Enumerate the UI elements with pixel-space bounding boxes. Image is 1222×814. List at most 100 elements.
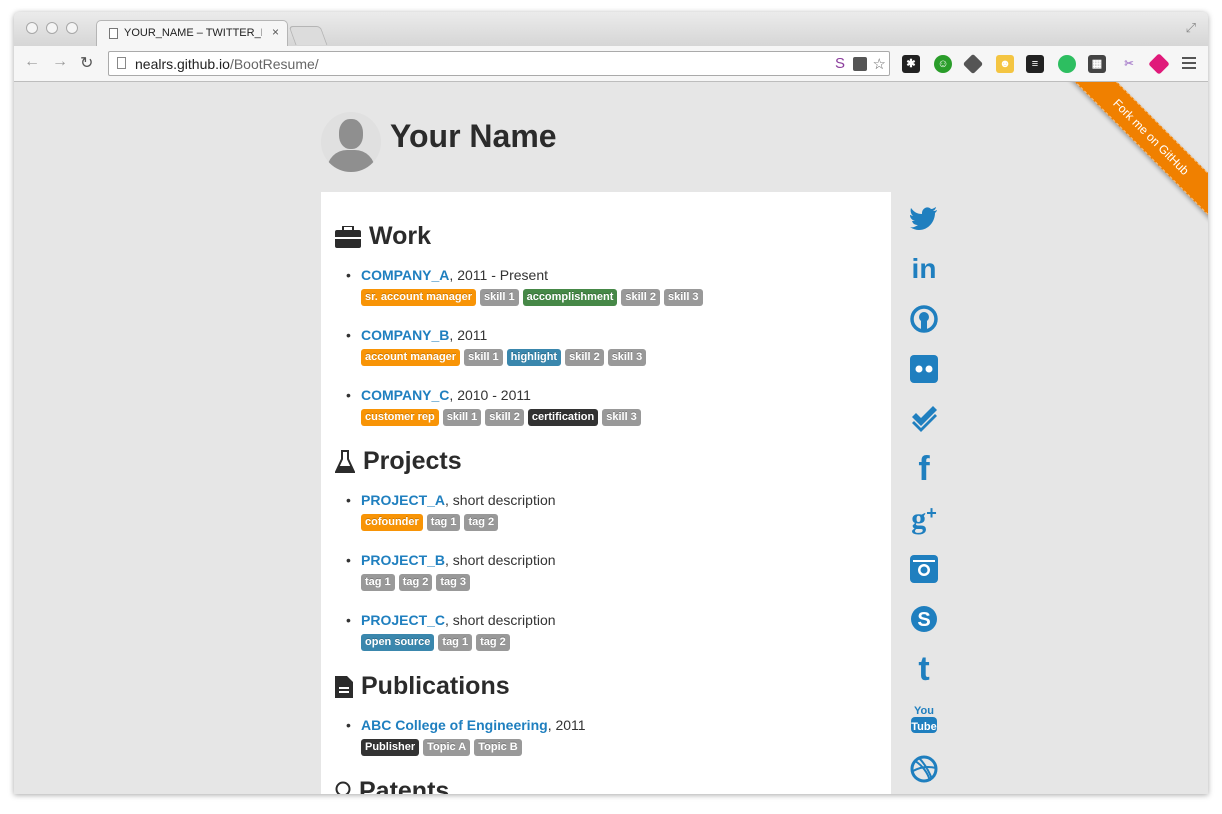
tag-list: customer rep skill 1 skill 2 certification s…: [361, 407, 645, 426]
youtube-icon[interactable]: You Tube: [909, 704, 939, 734]
tag-list: cofounder tag 1 tag 2: [361, 512, 556, 531]
bullet: •: [346, 717, 351, 733]
fullscreen-icon[interactable]: ⤢: [1186, 20, 1196, 36]
page-icon: [109, 28, 118, 39]
tag-label: cofounder: [361, 514, 423, 531]
fork-me-ribbon[interactable]: Fork me on GitHub: [1059, 82, 1208, 229]
tag-extension-icon[interactable]: [1148, 53, 1170, 75]
list-item: • ABC College of Engineering, 2011 Publish…: [346, 717, 586, 756]
facebook-icon[interactable]: f: [909, 450, 939, 488]
tag-list: Publisher Topic A Topic B: [361, 737, 586, 756]
pen-extension-icon[interactable]: [853, 57, 867, 71]
new-tab-button[interactable]: [288, 26, 328, 45]
url-path: /BootResume/: [229, 56, 319, 72]
publications-heading: Publications: [335, 672, 510, 701]
layers-extension-icon[interactable]: ≡: [1026, 55, 1044, 73]
list-item: • PROJECT_B, short description tag 1 tag 2t…: [346, 552, 556, 591]
tumblr-icon[interactable]: t: [909, 650, 939, 688]
tag-list: open source tag 1 tag 2: [361, 632, 556, 651]
google-plus-icon[interactable]: g +: [909, 502, 939, 535]
item-line: PROJECT_C, short description: [361, 612, 556, 628]
tag-label: skill 2: [485, 409, 524, 426]
scissors-extension-icon[interactable]: ✂: [1120, 55, 1138, 73]
item-detail: , 2011: [547, 717, 586, 733]
tag-label: skill 2: [621, 289, 660, 306]
tag-label: Topic B: [474, 739, 522, 756]
forward-button[interactable]: →: [52, 53, 68, 71]
item-link[interactable]: PROJECT_C: [361, 612, 445, 628]
item-link[interactable]: ABC College of Engineering: [361, 717, 548, 733]
tag-label: highlight: [506, 349, 562, 366]
flask-icon: [335, 449, 355, 473]
minimize-window-button[interactable]: [46, 22, 58, 34]
tag-label: tag 2: [398, 574, 433, 591]
skype-icon[interactable]: S: [909, 604, 939, 634]
browser-tab[interactable]: YOUR_NAME – TWITTER_HA ×: [96, 20, 288, 47]
back-button[interactable]: ←: [24, 53, 40, 71]
reload-button[interactable]: ↻: [80, 53, 93, 73]
item-link[interactable]: COMPANY_B: [361, 327, 449, 343]
feedly-extension-icon[interactable]: [962, 53, 984, 75]
tag-label: accomplishment: [522, 289, 618, 306]
tab-close-icon[interactable]: ×: [272, 25, 279, 39]
briefcase-icon: [335, 225, 361, 248]
green-extension-icon[interactable]: ☺: [934, 55, 952, 73]
item-detail: , 2011 - Present: [449, 267, 548, 283]
page-icon: [117, 57, 126, 69]
address-bar[interactable]: nealrs.github.io/BootResume/ S ☆: [108, 51, 890, 76]
tag-list: account manager skill 1 highlight skill 2 sk…: [361, 347, 650, 366]
item-link[interactable]: COMPANY_C: [361, 387, 449, 403]
film-extension-icon[interactable]: ▦: [1088, 55, 1106, 73]
tag-label: open source: [361, 634, 435, 651]
foursquare-icon[interactable]: [909, 404, 939, 434]
item-line: COMPANY_A, 2011 - Present: [361, 267, 707, 283]
svg-text:S: S: [917, 609, 930, 631]
item-line: COMPANY_B, 2011: [361, 327, 650, 343]
url-text: nealrs.github.io/BootResume/: [135, 56, 319, 72]
tag-label: skill 3: [602, 409, 641, 426]
tag-label: customer rep: [361, 409, 439, 426]
tag-label: skill 3: [607, 349, 647, 366]
item-line: ABC College of Engineering, 2011: [361, 717, 586, 733]
bullet: •: [346, 492, 351, 508]
asterisk-extension-icon[interactable]: ✱: [902, 55, 920, 73]
bullet: •: [346, 267, 351, 283]
item-detail: , 2011: [449, 327, 488, 343]
zoom-window-button[interactable]: [66, 22, 78, 34]
browser-window: YOUR_NAME – TWITTER_HA × ⤢ ← → ↻ nealrs.…: [14, 12, 1208, 794]
tag-label: tag 2: [476, 634, 510, 651]
avatar: [321, 112, 381, 172]
item-link[interactable]: COMPANY_A: [361, 267, 449, 283]
publications-heading-label: Publications: [361, 672, 510, 700]
tag-label: skill 1: [464, 349, 503, 366]
instagram-icon[interactable]: [909, 554, 939, 584]
item-link[interactable]: PROJECT_A: [361, 492, 445, 508]
projects-heading-label: Projects: [363, 447, 462, 475]
twitter-icon[interactable]: [909, 204, 939, 234]
item-detail: , 2010 - 2011: [449, 387, 531, 403]
tag-label: tag 1: [361, 574, 395, 591]
tag-label: tag 1: [438, 634, 473, 651]
linkedin-icon[interactable]: in: [909, 253, 939, 284]
dribbble-icon[interactable]: [909, 754, 939, 784]
tag-list: sr. account manager skill 1 accomplishment…: [361, 287, 707, 306]
s-extension-icon[interactable]: S: [835, 55, 845, 72]
evernote-extension-icon[interactable]: [1058, 55, 1076, 73]
svg-text:You: You: [914, 705, 934, 717]
github-icon[interactable]: [909, 304, 939, 334]
flickr-icon[interactable]: [909, 354, 939, 384]
bookmark-star-icon[interactable]: ☆: [873, 55, 886, 73]
work-heading-label: Work: [369, 222, 432, 250]
tag-label: skill 2: [565, 349, 604, 366]
tag-label: tag 2: [464, 514, 499, 531]
patents-heading: Patents: [335, 777, 449, 794]
item-line: COMPANY_C, 2010 - 2011: [361, 387, 645, 403]
menu-icon[interactable]: [1182, 54, 1196, 72]
close-window-button[interactable]: [26, 22, 38, 34]
item-detail: , short description: [445, 552, 556, 568]
tag-list: tag 1 tag 2 tag 3: [361, 572, 556, 591]
item-line: PROJECT_B, short description: [361, 552, 556, 568]
face-extension-icon[interactable]: ☻: [996, 55, 1014, 73]
url-host: nealrs.github.io: [135, 56, 230, 72]
item-link[interactable]: PROJECT_B: [361, 552, 445, 568]
